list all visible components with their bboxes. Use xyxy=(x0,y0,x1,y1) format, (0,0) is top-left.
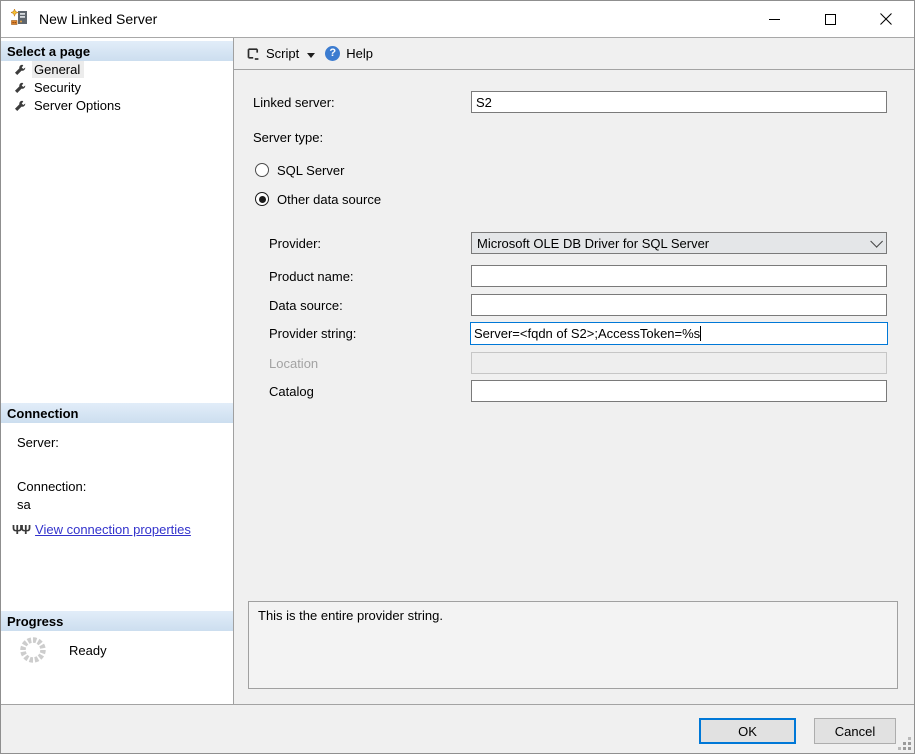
field-help-text: This is the entire provider string. xyxy=(258,608,443,623)
app-icon xyxy=(10,8,30,29)
location-input xyxy=(471,352,887,374)
script-button[interactable]: Script xyxy=(242,43,303,64)
radio-circle-icon[interactable] xyxy=(255,163,269,177)
radio-sql-server-label: SQL Server xyxy=(277,162,345,178)
wrench-icon xyxy=(14,82,26,93)
sidebar: Select a page General Security Server Op… xyxy=(1,38,234,706)
sidebar-item-label: Server Options xyxy=(34,98,121,113)
provider-string-label: Provider string: xyxy=(269,326,357,341)
close-button[interactable] xyxy=(858,1,914,37)
progress-status: Ready xyxy=(69,642,107,658)
product-name-label: Product name: xyxy=(269,269,354,284)
script-icon xyxy=(247,47,259,60)
connection-header: Connection xyxy=(1,403,233,423)
catalog-input[interactable] xyxy=(471,380,887,402)
progress-spinner-icon xyxy=(20,637,46,663)
sidebar-item-label: Security xyxy=(34,80,81,95)
data-source-label: Data source: xyxy=(269,298,343,313)
server-type-label: Server type: xyxy=(253,130,324,145)
catalog-label: Catalog xyxy=(269,384,314,399)
connection-properties-icon: ΨΨ xyxy=(12,522,31,537)
script-button-label: Script xyxy=(266,46,300,61)
new-linked-server-dialog: New Linked Server Select a page General … xyxy=(0,0,915,754)
radio-other-data-source-label: Other data source xyxy=(277,191,382,207)
provider-label: Provider: xyxy=(269,236,322,251)
chevron-down-icon xyxy=(307,53,316,58)
toolbar: Script ? Help xyxy=(234,38,914,70)
maximize-icon xyxy=(824,13,836,25)
sidebar-item-general[interactable]: General xyxy=(14,61,85,78)
sidebar-item-server-options[interactable]: Server Options xyxy=(14,97,125,114)
connection-connection-label: Connection: xyxy=(17,479,87,494)
help-button[interactable]: ? Help xyxy=(321,43,377,64)
radio-sql-server[interactable]: SQL Server xyxy=(255,162,344,178)
provider-selected-value: Microsoft OLE DB Driver for SQL Server xyxy=(477,235,710,251)
cancel-button[interactable]: Cancel xyxy=(814,718,896,744)
script-dropdown-button[interactable] xyxy=(307,46,316,61)
text-caret xyxy=(700,326,702,341)
combo-chevron-down-icon xyxy=(870,234,883,248)
view-connection-properties-link[interactable]: View connection properties xyxy=(35,522,191,537)
progress-header: Progress xyxy=(1,611,233,631)
product-name-input[interactable] xyxy=(471,265,887,287)
provider-string-value: Server=<fqdn of S2>;AccessToken=%s xyxy=(474,326,701,341)
main-panel: Script ? Help Linked server: Server type… xyxy=(234,38,914,706)
minimize-button[interactable] xyxy=(746,1,802,37)
resize-grip[interactable] xyxy=(908,747,911,750)
close-icon xyxy=(880,13,892,25)
titlebar: New Linked Server xyxy=(1,1,914,37)
data-source-input[interactable] xyxy=(471,294,887,316)
help-button-label: Help xyxy=(346,46,373,61)
select-a-page-header: Select a page xyxy=(1,41,233,61)
help-circle-icon: ? xyxy=(325,46,341,61)
radio-circle-selected-icon[interactable] xyxy=(255,192,269,206)
wrench-icon xyxy=(14,64,26,75)
sidebar-item-security[interactable]: Security xyxy=(14,79,85,96)
connection-user-value: sa xyxy=(17,497,31,512)
field-help-box: This is the entire provider string. xyxy=(248,601,898,689)
wrench-icon xyxy=(14,100,26,111)
footer-bar: OK Cancel xyxy=(1,704,914,753)
progress-row: Ready xyxy=(19,636,107,664)
provider-select[interactable]: Microsoft OLE DB Driver for SQL Server xyxy=(471,232,887,254)
connection-server-label: Server: xyxy=(17,435,59,450)
linked-server-input[interactable] xyxy=(471,91,887,113)
sidebar-item-label: General xyxy=(32,61,85,78)
maximize-button[interactable] xyxy=(802,1,858,37)
radio-other-data-source[interactable]: Other data source xyxy=(255,191,381,207)
location-label: Location xyxy=(269,356,319,371)
minimize-icon xyxy=(768,18,780,20)
provider-string-input[interactable]: Server=<fqdn of S2>;AccessToken=%s xyxy=(470,322,888,345)
view-connection-properties-row: ΨΨ View connection properties xyxy=(12,522,191,537)
window-title: New Linked Server xyxy=(39,11,158,27)
linked-server-label: Linked server: xyxy=(253,95,335,110)
ok-button[interactable]: OK xyxy=(699,718,796,744)
window-controls xyxy=(746,1,914,37)
